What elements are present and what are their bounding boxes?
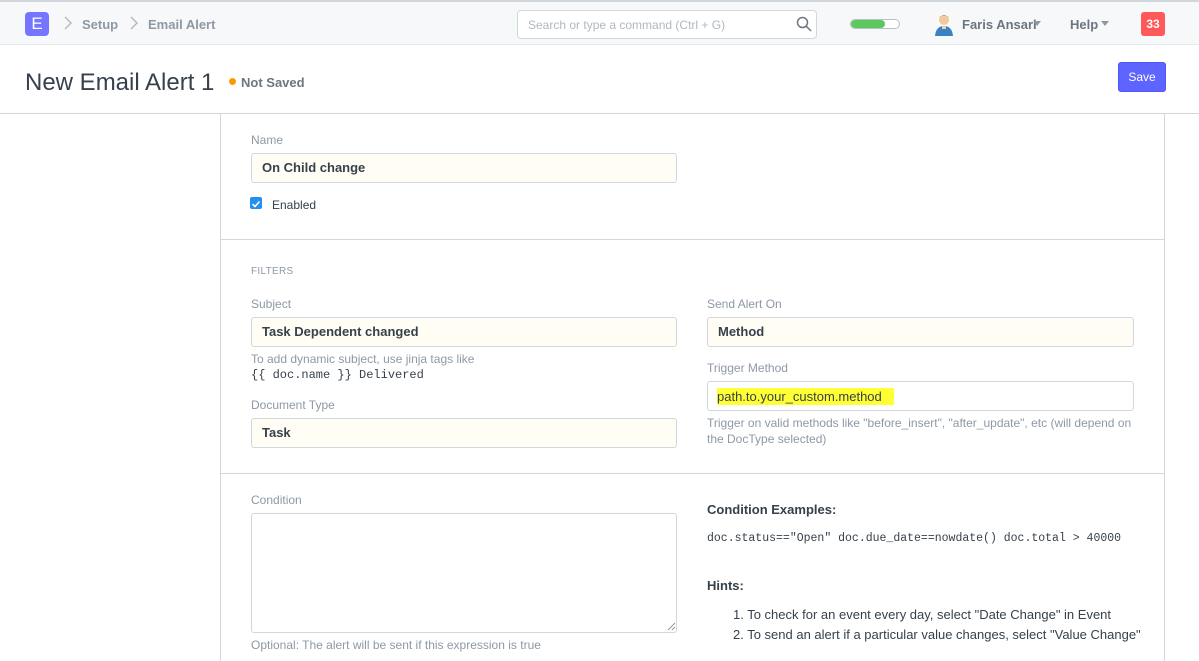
user-menu[interactable]: Faris Ansari (962, 17, 1037, 32)
trigger-method-label: Trigger Method (707, 361, 788, 375)
chevron-right-icon (130, 16, 138, 30)
status-label: Not Saved (241, 75, 305, 90)
section-divider (220, 473, 1165, 474)
subject-help-example: {{ doc.name }} Delivered (251, 368, 424, 382)
document-type-label: Document Type (251, 398, 335, 412)
send-alert-on-select[interactable]: Method (707, 317, 1134, 347)
page-title: New Email Alert 1 (25, 69, 215, 96)
condition-help-text: Optional: The alert will be sent if this… (251, 638, 541, 652)
user-avatar[interactable] (932, 12, 956, 36)
name-label: Name (251, 133, 284, 147)
document-type-field[interactable]: Task (251, 418, 677, 448)
caret-down-icon (1033, 21, 1041, 26)
trigger-method-value: path.to.your_custom.method (717, 388, 894, 405)
caret-down-icon (1101, 21, 1109, 26)
subject-label: Subject (251, 297, 292, 311)
condition-label: Condition (251, 493, 302, 507)
hint-item: 1. To check for an event every day, sele… (733, 607, 1112, 622)
condition-textarea[interactable] (251, 513, 677, 633)
trigger-method-help: Trigger on valid methods like "before_in… (707, 416, 1132, 446)
name-field[interactable]: On Child change (251, 153, 677, 183)
help-menu[interactable]: Help (1070, 17, 1098, 32)
subject-help-text: To add dynamic subject, use jinja tags l… (251, 352, 475, 366)
hint-item: 2. To send an alert if a particular valu… (733, 627, 1141, 642)
condition-examples-code: doc.status=="Open" doc.due_date==nowdate… (707, 532, 1122, 545)
condition-examples-title: Condition Examples: (707, 502, 837, 517)
hints-title: Hints: (707, 578, 744, 593)
save-button[interactable]: Save (1118, 62, 1166, 92)
unsaved-indicator-dot (229, 78, 236, 85)
setup-progress-fill (851, 20, 885, 28)
enabled-checkbox[interactable] (250, 197, 262, 209)
breadcrumb-email-alert[interactable]: Email Alert (148, 17, 215, 32)
search-input[interactable] (517, 10, 817, 39)
filters-heading: FILTERS (251, 266, 294, 277)
section-divider (220, 239, 1165, 240)
search-icon[interactable] (796, 16, 812, 32)
setup-progress-bar[interactable] (850, 19, 900, 29)
subject-field[interactable]: Task Dependent changed (251, 317, 677, 347)
check-icon (251, 200, 261, 208)
top-navbar: E Setup Email Alert Faris Ansari Help 33 (0, 0, 1199, 45)
app-logo[interactable]: E (25, 12, 49, 36)
chevron-right-icon (64, 16, 72, 30)
send-alert-on-label: Send Alert On (707, 297, 782, 311)
enabled-label: Enabled (272, 198, 317, 212)
breadcrumb-setup[interactable]: Setup (82, 17, 118, 32)
resize-grip-icon[interactable] (666, 621, 676, 631)
notifications-badge[interactable]: 33 (1141, 12, 1165, 36)
